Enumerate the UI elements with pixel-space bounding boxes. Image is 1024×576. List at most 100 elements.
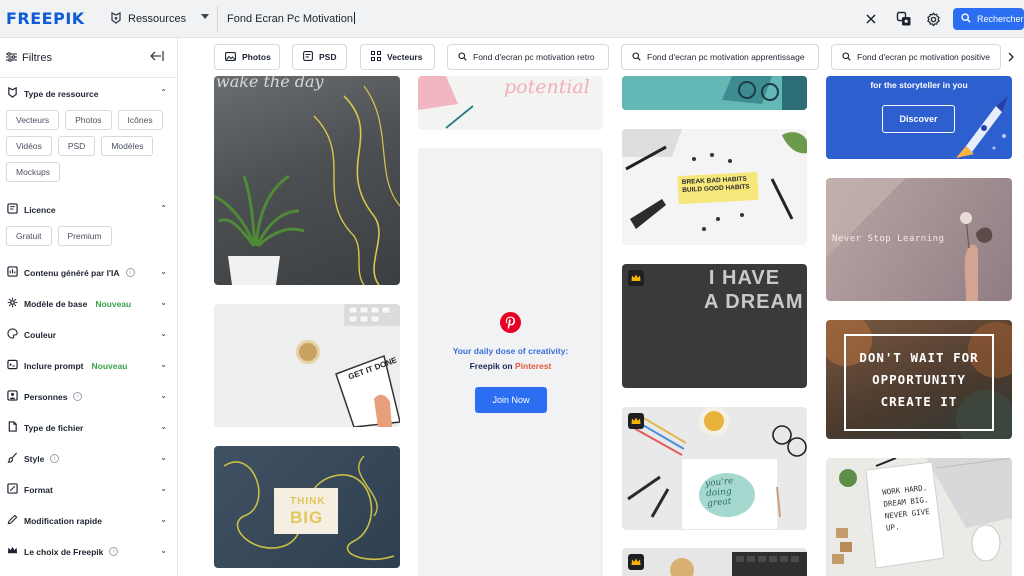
promo-network: Pinterest xyxy=(515,361,552,371)
section-style[interactable]: Style i ⌄ xyxy=(7,452,167,465)
dont-wait-line-2: OPPORTUNITY xyxy=(872,372,966,387)
pill-label: Vecteurs xyxy=(387,52,423,62)
neon-wall-text: wake the day xyxy=(216,76,324,91)
chevron-down-icon: ⌄ xyxy=(160,298,167,307)
promo-brand: Freepik xyxy=(469,361,500,371)
chevron-down-icon: ⌄ xyxy=(160,329,167,338)
pill-suggestion-retro[interactable]: Fond d'ecran pc motivation retro xyxy=(447,44,609,70)
filters-sidebar: Filtres Type de ressource ⌃ Vecteurs Pho… xyxy=(0,38,178,576)
chip-vecteurs[interactable]: Vecteurs xyxy=(6,110,60,130)
chip-videos[interactable]: Vidéos xyxy=(6,136,52,156)
image-tile-doing-great[interactable]: you're doing great xyxy=(622,407,807,530)
vector-nodes-icon xyxy=(371,51,381,63)
section-label: Modèle de base xyxy=(24,298,88,309)
search-input[interactable]: Fond Ecran Pc Motivation xyxy=(227,12,355,25)
join-now-button[interactable]: Join Now xyxy=(475,387,547,413)
pill-psd[interactable]: PSD xyxy=(292,44,347,70)
chip-gratuit[interactable]: Gratuit xyxy=(6,226,52,246)
section-label: Personnes xyxy=(24,391,68,402)
section-color[interactable]: Couleur ⌄ xyxy=(7,328,167,341)
brush-icon xyxy=(7,452,18,465)
image-tile-dont-wait[interactable]: DON'T WAIT FOR OPPORTUNITY CREATE IT xyxy=(826,320,1012,439)
crown-icon xyxy=(7,545,18,558)
image-tile-i-have-a-dream[interactable]: I HAVE A DREAM xyxy=(622,264,807,388)
chip-mockups[interactable]: Mockups xyxy=(6,162,61,182)
chip-icones[interactable]: Icônes xyxy=(117,110,163,130)
cube-icon xyxy=(7,297,18,310)
chevron-down-icon: ⌄ xyxy=(160,515,167,524)
section-file-type[interactable]: Type de fichier ⌄ xyxy=(7,421,167,434)
section-label: Contenu généré par l'IA xyxy=(24,267,120,278)
licence-icon xyxy=(7,203,18,216)
clear-search-icon[interactable] xyxy=(861,9,881,29)
resource-select-label: Ressources xyxy=(128,13,187,25)
section-label: Couleur xyxy=(24,329,57,340)
big-text: BIG xyxy=(290,508,324,527)
chip-psd[interactable]: PSD xyxy=(57,136,96,156)
never-stop-text: Never Stop Learning xyxy=(832,234,945,244)
image-tile-plant-wall[interactable]: wake the day xyxy=(214,76,400,285)
section-base-model[interactable]: Modèle de base Nouveau ⌄ xyxy=(7,297,167,310)
chip-modeles[interactable]: Modèles xyxy=(101,136,154,156)
discover-button[interactable]: Discover xyxy=(882,105,955,133)
pill-suggestion-apprentissage[interactable]: Fond d'ecran pc motivation apprentissage xyxy=(621,44,819,70)
image-tile-good-habits[interactable]: BREAK BAD HABITS BUILD GOOD HABITS xyxy=(622,129,807,245)
potential-text: potential xyxy=(504,76,590,98)
chip-premium[interactable]: Premium xyxy=(57,226,112,246)
new-badge: Nouveau xyxy=(95,298,132,309)
search-icon xyxy=(632,51,641,63)
search-button[interactable]: Rechercher xyxy=(953,8,1024,30)
section-label: Inclure prompt xyxy=(24,360,84,371)
search-icon xyxy=(842,51,851,63)
section-freepik-choice[interactable]: Le choix de Freepik i ⌄ xyxy=(7,545,167,558)
image-tile-keyboard-desk[interactable] xyxy=(622,548,807,576)
dont-wait-line-1: DON'T WAIT FOR xyxy=(859,350,979,365)
pill-label: Photos xyxy=(242,52,271,62)
scroll-right-chevron-icon[interactable] xyxy=(1004,50,1018,64)
section-quick-edit[interactable]: Modification rapide ⌄ xyxy=(7,514,167,527)
filters-title: Filtres xyxy=(22,52,52,64)
section-label: Style xyxy=(24,453,45,464)
related-filters-row: Photos PSD Vecteurs Fond d'ecran pc moti… xyxy=(200,38,1024,76)
image-search-icon[interactable] xyxy=(894,9,914,29)
image-tile-work-hard[interactable]: WORK HARD. DREAM BIG. NEVER GIVE UP. xyxy=(826,458,1012,576)
section-people[interactable]: Personnes i ⌄ xyxy=(7,390,167,403)
section-format[interactable]: Format ⌄ xyxy=(7,483,167,496)
info-icon[interactable]: i xyxy=(73,392,83,401)
pill-label: PSD xyxy=(319,52,337,62)
info-icon[interactable]: i xyxy=(109,547,119,556)
chevron-down-icon: ⌄ xyxy=(160,546,167,555)
filters-header: Filtres xyxy=(0,38,178,78)
info-icon[interactable]: i xyxy=(50,454,60,463)
freepik-logo[interactable]: FREEPIK xyxy=(6,9,85,28)
image-tile-think-big[interactable]: THINK BIG xyxy=(214,446,400,568)
section-resource-type[interactable]: Type de ressource ⌃ xyxy=(7,86,167,100)
section-include-prompt[interactable]: Inclure prompt Nouveau ⌄ xyxy=(7,359,167,372)
chip-photos[interactable]: Photos xyxy=(65,110,112,130)
resource-type-select[interactable]: Ressources xyxy=(100,6,218,32)
info-icon[interactable]: i xyxy=(125,268,135,277)
palette-icon xyxy=(7,328,18,341)
format-icon xyxy=(7,483,18,496)
new-badge: Nouveau xyxy=(91,360,128,371)
pill-vectors[interactable]: Vecteurs xyxy=(360,44,435,70)
image-tile-potential[interactable]: potential xyxy=(418,76,603,130)
premium-crown-icon xyxy=(628,554,644,570)
dream-line-1: I HAVE xyxy=(708,267,781,289)
dont-wait-line-3: CREATE IT xyxy=(880,394,958,409)
pill-photos[interactable]: Photos xyxy=(214,44,280,70)
collapse-sidebar-icon[interactable] xyxy=(150,50,164,65)
image-tile-get-it-done[interactable]: GET IT DONE xyxy=(214,304,400,427)
search-icon xyxy=(961,13,971,25)
image-tile-never-stop-learning[interactable]: Never Stop Learning xyxy=(826,178,1012,301)
search-button-label: Rechercher xyxy=(977,14,1024,24)
image-tile-teal-desk[interactable] xyxy=(622,76,807,110)
resources-icon xyxy=(7,86,18,100)
settings-gear-icon[interactable] xyxy=(923,9,943,29)
pinterest-logo-icon[interactable] xyxy=(500,312,521,333)
section-ai-content[interactable]: Contenu généré par l'IA i ⌄ xyxy=(7,266,167,279)
section-licence[interactable]: Licence ⌃ xyxy=(7,203,167,216)
chevron-down-icon: ⌄ xyxy=(160,484,167,493)
chevron-up-icon: ⌃ xyxy=(160,204,167,213)
pill-suggestion-positive[interactable]: Fond d'ecran pc motivation positive xyxy=(831,44,1001,70)
